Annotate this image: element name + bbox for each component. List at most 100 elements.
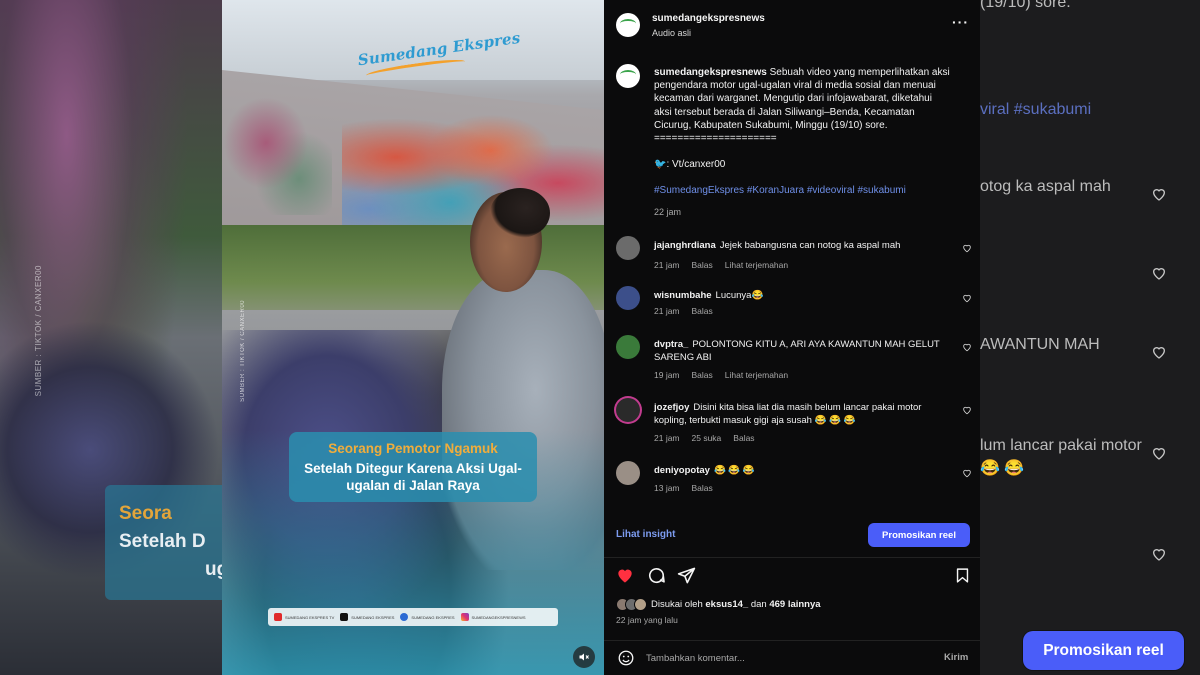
caption-line-5: Cicurug, Kabupaten Sukabumi, Minggu (19/… bbox=[654, 119, 888, 131]
comment-reply-button[interactable]: Balas bbox=[692, 483, 713, 493]
promote-reel-button[interactable]: Promosikan reel bbox=[868, 523, 970, 547]
social-facebook: SUMEDANG EKSPRES bbox=[400, 613, 455, 621]
comment-avatar[interactable] bbox=[616, 461, 640, 485]
mute-button[interactable] bbox=[573, 646, 595, 668]
comment-like-icon[interactable] bbox=[962, 293, 972, 305]
action-bar bbox=[604, 564, 980, 588]
backdrop-heart-icon bbox=[1151, 546, 1167, 562]
youtube-icon bbox=[274, 613, 282, 621]
video-graffiti bbox=[342, 105, 604, 235]
view-insights-link[interactable]: Lihat insight bbox=[616, 529, 675, 540]
blurred-backdrop-left: SUMBER : TIKTOK / CANXER00 Seora Setelah… bbox=[0, 0, 222, 675]
comment-time: 21 jam bbox=[654, 306, 680, 316]
comment-time: 21 jam bbox=[654, 433, 680, 443]
comment-like-icon[interactable] bbox=[962, 243, 972, 255]
social-tiktok-label: SUMEDANG EKSPRES bbox=[351, 614, 395, 620]
caption-username[interactable]: sumedangekspresnews bbox=[654, 67, 767, 78]
comment-body: POLONTONG KITU A, ARI AYA KAWANTUN MAH G… bbox=[654, 339, 940, 363]
caption-hashtags[interactable]: #SumedangEkspres #KoranJuara #videoviral… bbox=[654, 184, 969, 197]
likes-mid: dan bbox=[750, 599, 767, 610]
comment-username[interactable]: deniyopotay bbox=[654, 465, 710, 476]
comment-avatar[interactable] bbox=[616, 236, 640, 260]
caption-line-4: aksi tersebut berada di Jalan Siliwangi–… bbox=[654, 106, 915, 118]
comment-avatar[interactable] bbox=[616, 335, 640, 359]
comment-like-icon[interactable] bbox=[962, 405, 972, 417]
send-icon[interactable] bbox=[675, 564, 697, 586]
comment-avatar[interactable] bbox=[616, 286, 640, 310]
comments-list[interactable]: jajanghrdiana Jejek babangusna can notog … bbox=[604, 232, 980, 512]
video-caption-body-line1: Setelah Ditegur Karena Aksi Ugal- bbox=[304, 461, 522, 476]
comment-reply-button[interactable]: Balas bbox=[733, 433, 754, 443]
comment-input[interactable] bbox=[646, 649, 926, 667]
backdrop-caption-line1: Seora bbox=[119, 503, 172, 524]
comment-avatar[interactable] bbox=[616, 398, 640, 422]
comment-meta: 13 jam Balas bbox=[654, 483, 713, 493]
comment-body: Disini kita bisa liat dia masih belum la… bbox=[654, 402, 922, 426]
emoji-icon[interactable] bbox=[616, 648, 636, 668]
audio-label[interactable]: Audio asli bbox=[652, 28, 691, 38]
video-caption-body: Setelah Ditegur Karena Aksi Ugal- ugalan… bbox=[289, 460, 537, 494]
social-instagram: SUMEDANGEKSPRESNEWS bbox=[460, 613, 526, 621]
likes-summary[interactable]: Disukai oleh eksus14_ dan 469 lainnya bbox=[616, 598, 821, 611]
comment-translate-button[interactable]: Lihat terjemahan bbox=[725, 370, 788, 380]
comment-like-count[interactable]: 25 suka bbox=[692, 433, 722, 443]
video-caption-body-line2: ugalan di Jalan Raya bbox=[346, 478, 480, 493]
caption-credit: 🐦: Vt/canxer00 bbox=[654, 159, 726, 171]
backdrop-heart-icon bbox=[1151, 445, 1167, 461]
social-youtube: SUMEDANG EKSPRES TV bbox=[274, 613, 334, 621]
likes-count[interactable]: 469 lainnya bbox=[769, 599, 820, 610]
instagram-icon bbox=[460, 613, 469, 621]
heart-filled-icon[interactable] bbox=[614, 564, 636, 586]
comment-meta: 21 jam Balas Lihat terjemahan bbox=[654, 260, 788, 270]
insight-row: Lihat insight Promosikan reel bbox=[604, 518, 980, 558]
caption-time: 22 jam bbox=[654, 206, 682, 217]
comment-meta: 21 jam Balas bbox=[654, 306, 713, 316]
comment-username[interactable]: jajanghrdiana bbox=[654, 240, 716, 251]
more-options-icon[interactable]: ··· bbox=[952, 14, 969, 30]
backdrop-right-tags: viral #sukabumi bbox=[980, 101, 1092, 118]
author-username[interactable]: sumedangekspresnews bbox=[652, 13, 765, 24]
comment-reply-button[interactable]: Balas bbox=[692, 306, 713, 316]
video-rider-hair bbox=[490, 188, 550, 238]
backdrop-right-time: (19/10) sore. bbox=[980, 0, 1071, 11]
tiktok-icon bbox=[340, 613, 349, 621]
backdrop-right-comment3: AWANTUN MAH bbox=[980, 336, 1100, 353]
comment-reply-button[interactable]: Balas bbox=[692, 370, 713, 380]
comment-like-icon[interactable] bbox=[962, 342, 972, 354]
video-graffiti-left bbox=[222, 95, 332, 215]
comment-username[interactable]: wisnumbahe bbox=[654, 290, 712, 301]
comment-username[interactable]: jozefjoy bbox=[654, 402, 689, 413]
backdrop-caption: Seora Setelah D ug bbox=[105, 485, 222, 600]
likes-user[interactable]: eksus14_ bbox=[705, 599, 748, 610]
comment-username[interactable]: dvptra_ bbox=[654, 339, 688, 350]
backdrop-side-credit: SUMBER : TIKTOK / CANXER00 bbox=[34, 265, 43, 397]
author-avatar[interactable] bbox=[616, 13, 640, 37]
comment-like-icon[interactable] bbox=[962, 468, 972, 480]
caption-avatar[interactable] bbox=[616, 64, 640, 88]
comment-text: jajanghrdiana Jejek babangusna can notog … bbox=[654, 240, 944, 253]
backdrop-promote-button: Promosikan reel bbox=[1023, 631, 1184, 670]
comment-reply-button[interactable]: Balas bbox=[692, 260, 713, 270]
comment-text: deniyopotay 😂 😂 😂 bbox=[654, 465, 944, 478]
backdrop-caption-line2: Setelah D bbox=[119, 531, 206, 552]
comment-time: 13 jam bbox=[654, 483, 680, 493]
dimmed-backdrop-right: (19/10) sore. viral #sukabumi otog ka as… bbox=[980, 0, 1200, 675]
backdrop-right-comment4b: 😂 😂 bbox=[980, 460, 1025, 477]
reel-video[interactable] bbox=[222, 0, 604, 675]
send-comment-button[interactable]: Kirim bbox=[944, 652, 968, 663]
backdrop-heart-icon bbox=[1151, 344, 1167, 360]
comment-text: jozefjoy Disini kita bisa liat dia masih … bbox=[654, 402, 944, 427]
caption-line-3: kecaman dari warganet. Mengutip dari inf… bbox=[654, 93, 932, 105]
caption-body: sumedangekspresnews Sebuah video yang me… bbox=[654, 66, 969, 219]
comment-icon[interactable] bbox=[645, 564, 667, 586]
likes-text: Disukai oleh eksus14_ dan 469 lainnya bbox=[651, 599, 821, 610]
backdrop-right-comment1: otog ka aspal mah bbox=[980, 178, 1111, 195]
caption-line-6: ===================== bbox=[654, 133, 777, 145]
comment-body: Lucunya😂 bbox=[715, 290, 764, 301]
comment-translate-button[interactable]: Lihat terjemahan bbox=[725, 260, 788, 270]
comment-text: wisnumbahe Lucunya😂 bbox=[654, 290, 944, 303]
bookmark-icon[interactable] bbox=[951, 564, 973, 586]
video-caption-title: Seorang Pemotor Ngamuk bbox=[328, 441, 498, 456]
social-instagram-label: SUMEDANGEKSPRESNEWS bbox=[471, 614, 526, 620]
comment-body: 😂 😂 😂 bbox=[713, 465, 755, 476]
